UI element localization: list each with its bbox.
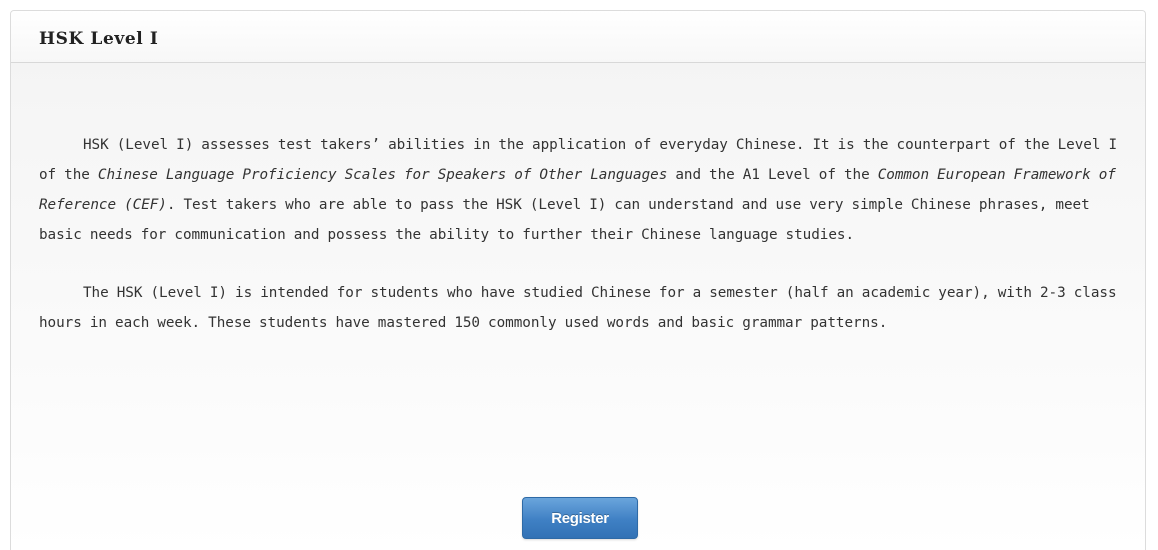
description-paragraph-2: The HSK (Level I) is intended for studen… xyxy=(39,285,1117,331)
panel-body: HSK (Level I) assesses test takers’ abil… xyxy=(11,130,1145,338)
paragraph-1-text-b: and the A1 Level of the xyxy=(667,167,878,183)
register-button-wrap: Register xyxy=(11,497,1145,539)
hsk-level-panel: HSK Level Ⅰ HSK (Level I) assesses test … xyxy=(10,10,1146,550)
register-button[interactable]: Register xyxy=(522,497,638,539)
panel-title: HSK Level Ⅰ xyxy=(39,28,159,49)
paragraph-1-scale-title: Chinese Language Proficiency Scales for … xyxy=(97,167,668,183)
description-paragraph-1: HSK (Level I) assesses test takers’ abil… xyxy=(39,130,1117,250)
paragraph-1-text-c: . Test takers who are able to pass the H… xyxy=(39,197,1090,243)
panel-header: HSK Level Ⅰ xyxy=(11,11,1145,63)
